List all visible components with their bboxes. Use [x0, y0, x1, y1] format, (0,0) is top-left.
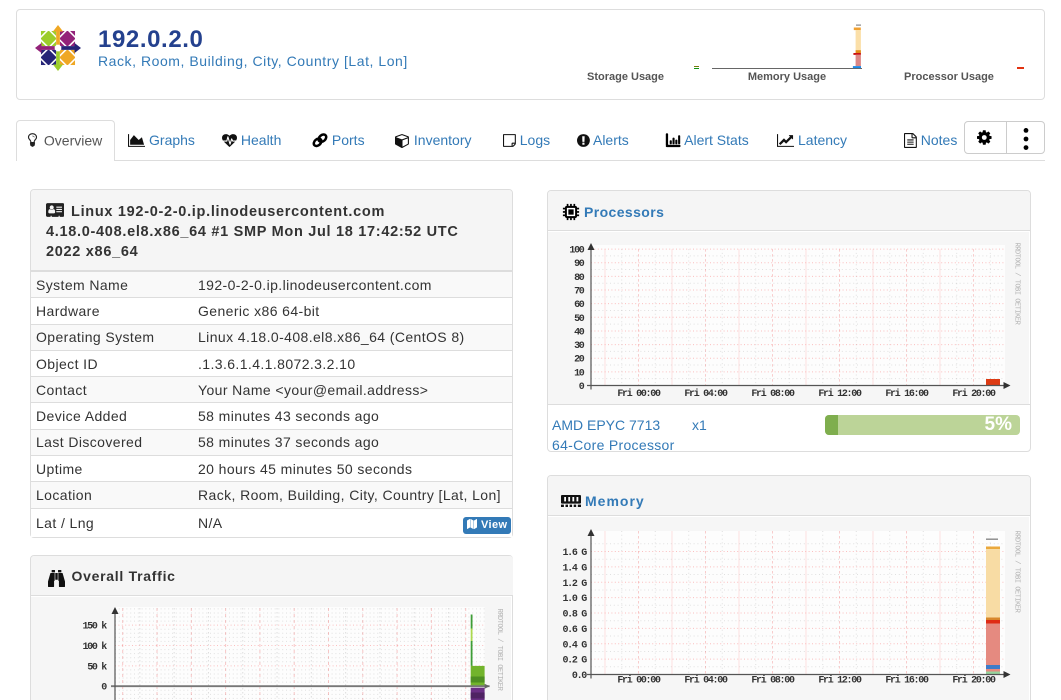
svg-text:100: 100	[569, 245, 584, 256]
svg-text:0.4 G: 0.4 G	[562, 640, 587, 651]
svg-text:Fri 16:00: Fri 16:00	[885, 388, 929, 400]
svg-text:Fri 00:00: Fri 00:00	[617, 674, 661, 686]
svg-text:0.0: 0.0	[572, 671, 587, 682]
svg-text:50: 50	[574, 313, 585, 324]
svg-text:Fri 04:00: Fri 04:00	[684, 388, 728, 400]
svg-text:150 k: 150 k	[82, 620, 107, 632]
svg-text:1.4 G: 1.4 G	[562, 563, 587, 574]
svg-text:Fri 20:00: Fri 20:00	[952, 388, 996, 400]
svg-text:Fri 08:00: Fri 08:00	[751, 674, 795, 686]
svg-text:90: 90	[574, 259, 585, 270]
svg-text:1.6 G: 1.6 G	[562, 548, 587, 559]
svg-text:Fri 12:00: Fri 12:00	[818, 388, 862, 400]
svg-text:0.2 G: 0.2 G	[562, 655, 587, 666]
svg-text:Fri 20:00: Fri 20:00	[952, 674, 996, 686]
svg-text:RRDTOOL / TOBI OETIKER: RRDTOOL / TOBI OETIKER	[1013, 530, 1021, 613]
svg-text:RRDTOOL / TOBI OETIKER: RRDTOOL / TOBI OETIKER	[1013, 242, 1021, 325]
svg-text:1.0 G: 1.0 G	[562, 594, 587, 605]
svg-text:50 k: 50 k	[87, 661, 107, 673]
svg-text:0.8 G: 0.8 G	[562, 609, 587, 620]
svg-text:Fri 16:00: Fri 16:00	[885, 674, 929, 686]
svg-text:Fri 12:00: Fri 12:00	[818, 674, 862, 686]
svg-text:0.6 G: 0.6 G	[562, 624, 587, 635]
svg-text:Fri 08:00: Fri 08:00	[751, 388, 795, 400]
svg-text:100 k: 100 k	[82, 641, 107, 653]
svg-text:1.2 G: 1.2 G	[562, 578, 587, 589]
svg-text:Fri 04:00: Fri 04:00	[684, 674, 728, 686]
svg-text:30: 30	[574, 341, 585, 352]
svg-text:80: 80	[574, 272, 585, 283]
svg-text:40: 40	[574, 327, 585, 338]
svg-text:RRDTOOL / TOBI OETIKER: RRDTOOL / TOBI OETIKER	[495, 608, 503, 691]
svg-text:Fri 00:00: Fri 00:00	[617, 388, 661, 400]
svg-text:70: 70	[574, 286, 585, 297]
svg-text:10: 10	[574, 368, 585, 379]
svg-text:60: 60	[574, 300, 585, 311]
svg-text:20: 20	[574, 354, 585, 365]
